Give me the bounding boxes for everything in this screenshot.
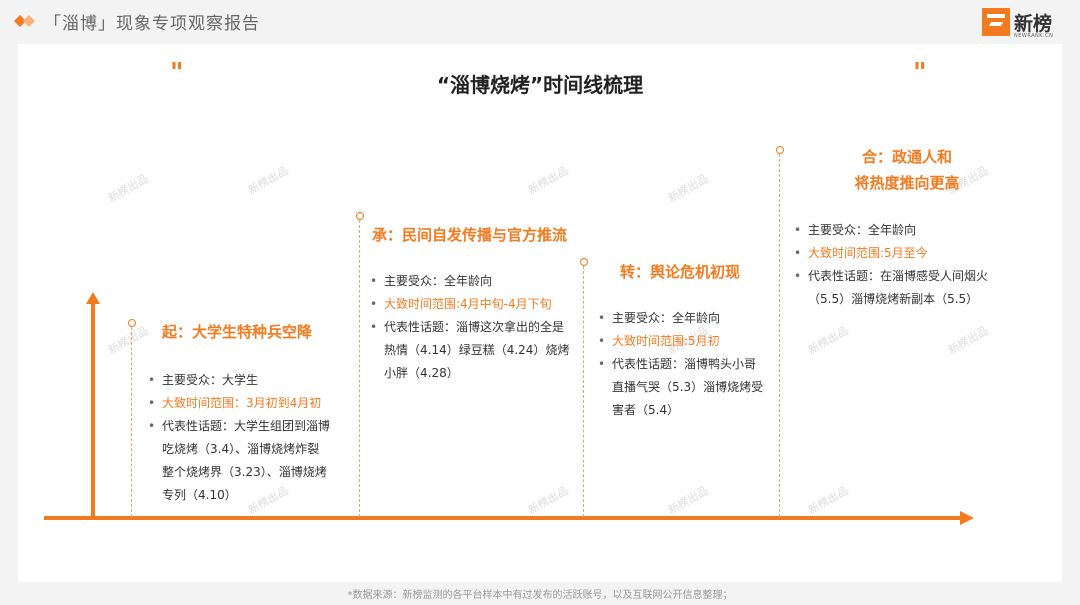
watermark: 新榜出品	[525, 483, 571, 518]
watermark: 新榜出品	[245, 163, 291, 198]
stage-divider	[779, 154, 780, 517]
logo-mark-icon	[982, 8, 1010, 36]
watermark: 新榜出品	[105, 323, 151, 358]
header: 「淄博」现象专项观察报告 新榜 NEWRANK.CN	[0, 0, 1080, 44]
horizontal-axis	[44, 516, 964, 520]
stage-3-topics-line: 害者（5.4）	[612, 403, 680, 417]
stage-4-title-line: 合：政通人和	[861, 148, 952, 166]
stage-3-title: 转：舆论危机初现	[620, 263, 741, 281]
watermark: 新榜出品	[525, 163, 571, 198]
stage-1-topics-line: 整个烧烤界（3.23）、淄博烧烤	[162, 465, 327, 479]
report-title: 「淄博」现象专项观察报告	[44, 14, 260, 34]
stage-3-audience: 主要受众：全年龄向	[596, 307, 786, 330]
stage-3-bullets: 主要受众：全年龄向 大致时间范围:5月初 代表性话题：淄博鸭头小哥 直播气哭（5…	[596, 307, 786, 422]
stage-4-title-line: 将热度推向更高	[854, 174, 960, 192]
watermark: 新榜出品	[105, 171, 151, 206]
stage-4-bullets: 主要受众：全年龄向 大致时间范围:5月至今 代表性话题：在淄博感受人间烟火 （5…	[792, 219, 1022, 311]
stage-1-topics-line: 代表性话题：大学生组团到淄博	[162, 419, 331, 433]
stage-divider	[131, 327, 132, 517]
stage-marker-dot	[128, 319, 136, 327]
stage-2-audience: 主要受众：全年龄向	[368, 270, 586, 293]
stage-4-topics-line: 代表性话题：在淄博感受人间烟火	[808, 269, 989, 283]
stage-divider	[583, 266, 584, 517]
arrow-right-icon	[960, 511, 974, 525]
stage-divider	[359, 220, 360, 517]
stage-3-topics: 代表性话题：淄博鸭头小哥 直播气哭（5.3）淄博烧烤受 害者（5.4）	[596, 353, 786, 422]
newrank-logo: 新榜 NEWRANK.CN	[982, 8, 1062, 40]
watermark: 新榜出品	[945, 323, 991, 358]
stage-4-title: 合：政通人和 将热度推向更高	[792, 144, 1022, 196]
stage-3-time-range: 大致时间范围:5月初	[596, 330, 786, 353]
watermark: 新榜出品	[665, 483, 711, 518]
stage-2-bullets: 主要受众：全年龄向 大致时间范围:4月中旬-4月下旬 代表性话题：淄博这次拿出的…	[368, 270, 586, 385]
stage-3-topics-line: 代表性话题：淄博鸭头小哥	[612, 357, 757, 371]
stage-2-topics-line: 代表性话题：淄博这次拿出的全是	[384, 320, 565, 334]
stage-marker-dot	[580, 258, 588, 266]
stage-4-audience: 主要受众：全年龄向	[792, 219, 1022, 242]
arrow-up-icon	[86, 292, 100, 304]
stage-1-title: 起：大学生特种兵空降	[162, 323, 313, 341]
watermark: 新榜出品	[805, 483, 851, 518]
watermark: 新榜出品	[665, 171, 711, 206]
stage-marker-dot	[356, 212, 364, 220]
stage-4-time-range: 大致时间范围:5月至今	[792, 242, 1022, 265]
stage-1-topics: 代表性话题：大学生组团到淄博 吃烧烤（3.4）、淄博烧烤炸裂 整个烧烤界（3.2…	[146, 415, 356, 507]
stage-2-topics-line: 热情（4.14）绿豆糕（4.24）烧烤	[384, 343, 570, 357]
logo-subtitle: NEWRANK.CN	[1014, 33, 1054, 39]
page-title: “淄博烧烤”时间线梳理	[436, 73, 644, 97]
watermark: 新榜出品	[805, 323, 851, 358]
stage-4-topics-line: （5.5）淄博烧烤新副本（5.5）	[808, 292, 979, 306]
stage-marker-dot	[776, 146, 784, 154]
vertical-axis	[91, 302, 95, 519]
stage-3-topics-line: 直播气哭（5.3）淄博烧烤受	[612, 380, 764, 394]
stage-2-topics: 代表性话题：淄博这次拿出的全是 热情（4.14）绿豆糕（4.24）烧烤 小胖（4…	[368, 316, 586, 385]
data-source-note: *数据来源：新榜监测的各平台样本中有过发布的活跃账号，以及互联网公开信息整理；	[347, 590, 733, 601]
stage-2-title: 承：民间自发传播与官方推流	[372, 226, 568, 244]
stage-4-topics: 代表性话题：在淄博感受人间烟火 （5.5）淄博烧烤新副本（5.5）	[792, 265, 1022, 311]
stage-1-time-range: 大致时间范围：3月初到4月初	[146, 392, 356, 415]
logo-name: 新榜	[1014, 13, 1053, 35]
stage-1-topics-line: 吃烧烤（3.4）、淄博烧烤炸裂	[162, 442, 320, 456]
stage-1-topics-line: 专列（4.10）	[162, 488, 237, 502]
stage-1-audience: 主要受众：大学生	[146, 369, 356, 392]
stage-2-topics-line: 小胖（4.28）	[384, 366, 459, 380]
double-diamond-icon	[14, 15, 35, 27]
stage-2-time-range: 大致时间范围:4月中旬-4月下旬	[368, 293, 586, 316]
timeline-card: " " “淄博烧烤”时间线梳理 新榜出品 新榜出品 新榜出品 新榜出品 新榜出品…	[18, 44, 1062, 582]
stage-1-bullets: 主要受众：大学生 大致时间范围：3月初到4月初 代表性话题：大学生组团到淄博 吃…	[146, 369, 356, 507]
